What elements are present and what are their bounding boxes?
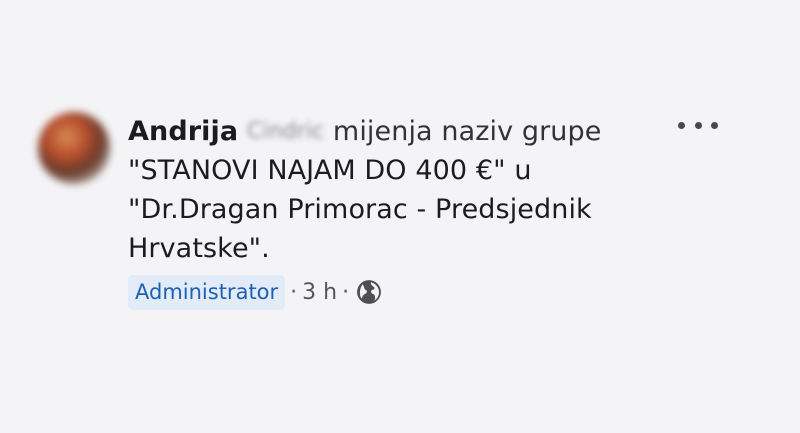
author-last-name-blurred: Cindric [246, 119, 325, 144]
post-line-2: "STANOVI NAJAM DO 400 €" u [128, 155, 532, 186]
timestamp[interactable]: 3 h [302, 280, 337, 305]
separator: · [342, 279, 350, 305]
dot [694, 121, 702, 129]
separator: · [290, 279, 298, 305]
role-badge[interactable]: Administrator [128, 274, 286, 310]
author-name[interactable]: Andrija [128, 116, 238, 147]
dot [678, 121, 685, 129]
post-line-1: Andrija Cindric mijenja naziv grupe [128, 112, 668, 151]
post-line-4: Hrvatske". [128, 233, 270, 264]
post-meta: Administrator · 3 h · [128, 274, 382, 310]
avatar[interactable] [38, 112, 110, 184]
globe-icon [357, 280, 382, 304]
post-line-3: "Dr.Dragan Primorac - Predsjednik [128, 194, 592, 225]
more-options-icon[interactable] [678, 118, 718, 132]
dot [711, 121, 718, 129]
post-text: Andrija Cindric mijenja naziv grupe "STA… [128, 112, 668, 268]
group-activity-post: Andrija Cindric mijenja naziv grupe "STA… [0, 0, 800, 433]
action-text: mijenja naziv grupe [332, 116, 602, 147]
